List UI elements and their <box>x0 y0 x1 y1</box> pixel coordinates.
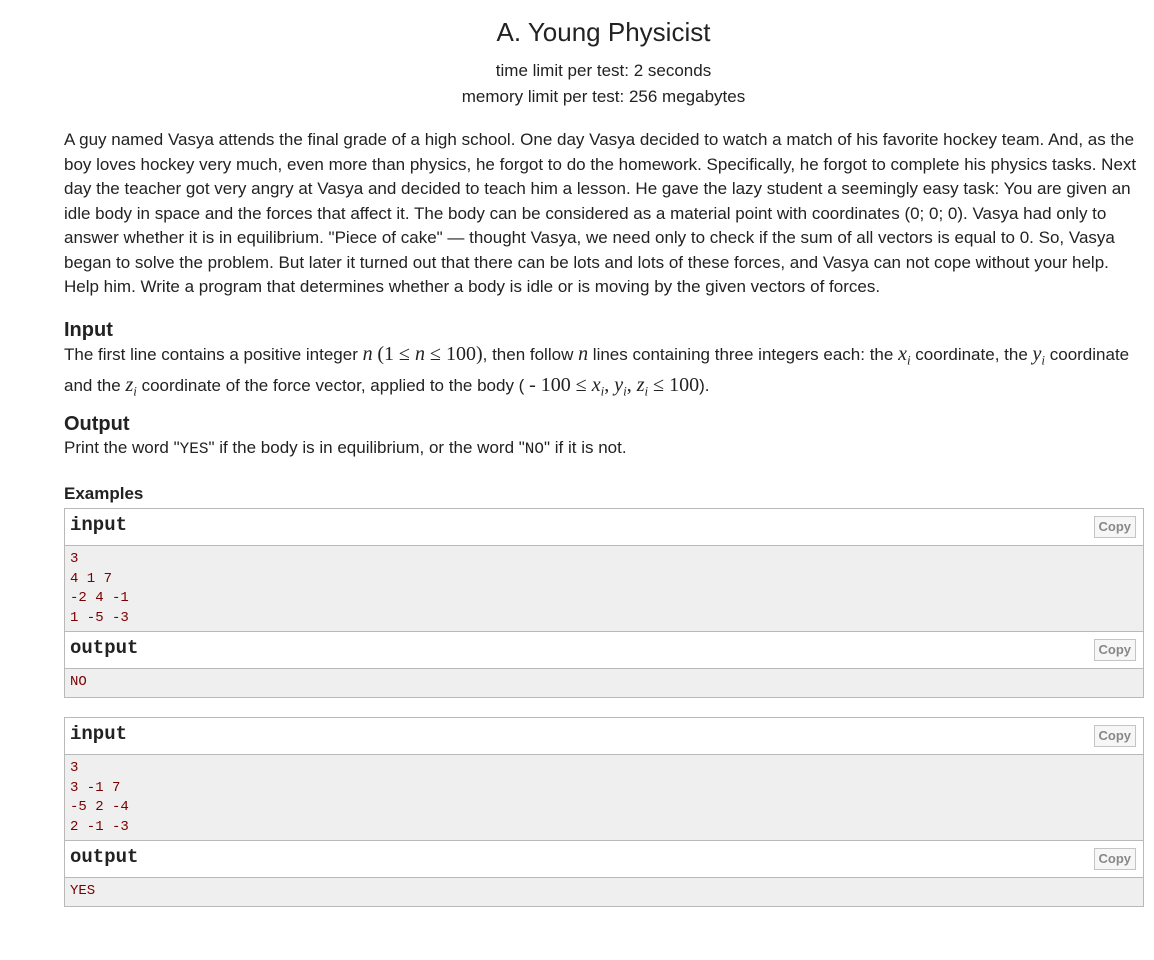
example-2-input: 3 3 -1 7 -5 2 -4 2 -1 -3 <box>65 755 1143 840</box>
input-section-body: The first line contains a positive integ… <box>64 343 1130 399</box>
example-1-output-header: output Copy <box>65 631 1143 669</box>
example-2-output-header: output Copy <box>65 840 1143 878</box>
input-label: input <box>70 723 128 745</box>
copy-button[interactable]: Copy <box>1093 848 1136 870</box>
copy-button[interactable]: Copy <box>1093 516 1136 538</box>
copy-button[interactable]: Copy <box>1093 725 1136 747</box>
problem-title: A. Young Physicist <box>496 17 711 47</box>
output-label: output <box>70 846 139 868</box>
example-2-input-header: input Copy <box>65 718 1143 755</box>
output-label: output <box>70 637 139 659</box>
examples-title: Examples <box>64 484 144 503</box>
input-section-title: Input <box>64 319 113 341</box>
example-1-input-header: input Copy <box>65 509 1143 546</box>
problem-statement: A guy named Vasya attends the final grad… <box>64 130 1137 296</box>
example-1-input: 3 4 1 7 -2 4 -1 1 -5 -3 <box>65 546 1143 631</box>
example-1: input Copy 3 4 1 7 -2 4 -1 1 -5 -3 outpu… <box>64 508 1144 698</box>
copy-button[interactable]: Copy <box>1093 639 1136 661</box>
memory-limit: memory limit per test: 256 megabytes <box>461 87 746 106</box>
output-section-title: Output <box>64 413 130 435</box>
time-limit: time limit per test: 2 seconds <box>495 61 712 80</box>
problem-header: A. Young Physicist time limit per test: … <box>0 14 1154 110</box>
example-2: input Copy 3 3 -1 7 -5 2 -4 2 -1 -3 outp… <box>64 717 1144 907</box>
output-section: Output Print the word "YES" if the body … <box>64 412 1139 462</box>
example-1-output: NO <box>65 669 1143 697</box>
output-section-body: Print the word "YES" if the body is in e… <box>64 438 627 458</box>
input-section: Input The first line contains a positive… <box>64 318 1139 404</box>
input-label: input <box>70 514 128 536</box>
example-2-output: YES <box>65 878 1143 906</box>
